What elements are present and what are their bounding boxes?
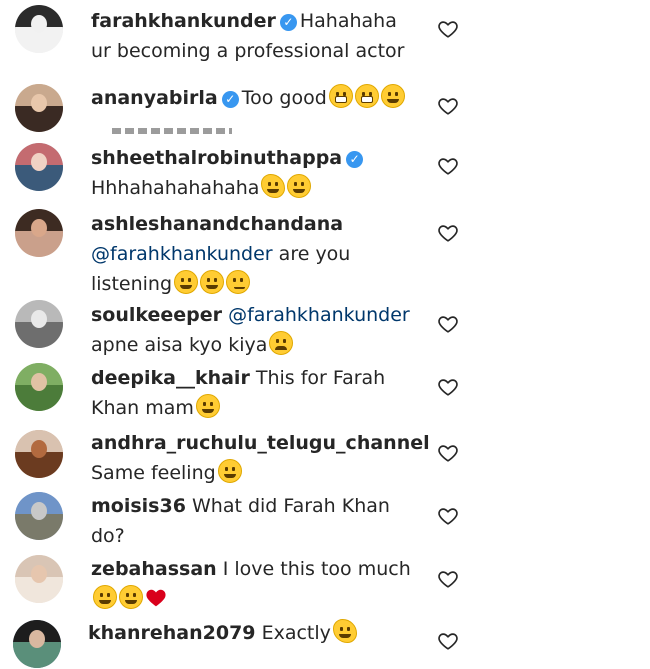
grimace-emoji-icon	[328, 84, 353, 108]
avatar[interactable]	[13, 620, 61, 668]
comment-text: ashleshanandchandana @farahkhankunder ar…	[91, 209, 421, 299]
comment-text: deepika__khair This for Farah Khan mam	[91, 363, 421, 423]
avatar[interactable]	[15, 209, 63, 257]
heart-outline-icon[interactable]	[437, 505, 459, 527]
sad-emoji-icon	[269, 331, 294, 355]
think-emoji-icon	[226, 270, 251, 294]
clap-emoji-icon	[261, 174, 286, 198]
verified-badge-icon: ✓	[279, 14, 297, 31]
heart-outline-icon[interactable]	[437, 155, 459, 177]
cut-off-text-fragment	[112, 128, 232, 134]
username-link[interactable]: deepika__khair	[91, 367, 250, 389]
heart-outline-icon[interactable]	[437, 222, 459, 244]
grimace-emoji-icon	[354, 84, 379, 108]
heart-outline-icon[interactable]	[437, 568, 459, 590]
comment-body: Exactly	[261, 622, 331, 644]
joy-emoji-icon	[287, 174, 312, 198]
avatar[interactable]	[15, 84, 63, 132]
comment-text: andhra_ruchulu_telugu_channel Same feeli…	[91, 428, 430, 488]
username-link[interactable]: moisis36	[91, 495, 186, 517]
comment-text: shheethalrobinuthappa ✓ Hhhahahahahaha	[91, 143, 421, 203]
comment-body: Too good	[241, 87, 327, 109]
comment-body: Same feeling	[91, 462, 216, 484]
username-link[interactable]: shheethalrobinuthappa	[91, 147, 342, 169]
joy-emoji-icon	[119, 585, 143, 609]
username-link[interactable]: soulkeeeper	[91, 304, 222, 326]
username-link[interactable]: andhra_ruchulu_telugu_channel	[91, 432, 430, 454]
heart-outline-icon[interactable]	[437, 95, 459, 117]
heart-outline-icon[interactable]	[437, 630, 459, 652]
avatar[interactable]	[15, 143, 63, 191]
hearteyes-emoji-icon	[195, 394, 220, 418]
comment-text: farahkhankunder ✓ Hahahaha ur becoming a p…	[91, 6, 421, 66]
comment-body: Hhhahahahahaha	[91, 177, 260, 199]
username-link[interactable]: zebahassan	[91, 558, 217, 580]
joy-emoji-icon	[93, 585, 117, 609]
avatar[interactable]	[15, 300, 63, 348]
username-link[interactable]: ananyabirla	[91, 87, 218, 109]
username-link[interactable]: farahkhankunder	[91, 10, 276, 32]
joy-emoji-icon	[200, 270, 225, 294]
avatar[interactable]	[15, 430, 63, 478]
avatar[interactable]	[15, 5, 63, 53]
mention-link[interactable]: @farahkhankunder	[91, 243, 273, 265]
username-link[interactable]: ashleshanandchandana	[91, 213, 343, 235]
rofl-emoji-icon	[380, 84, 405, 108]
sweat-emoji-icon	[217, 459, 242, 483]
verified-badge-icon: ✓	[346, 151, 364, 168]
avatar[interactable]	[15, 555, 63, 603]
avatar[interactable]	[15, 492, 63, 540]
comment-text: zebahassan I love this too much	[91, 554, 421, 614]
comment-text: moisis36 What did Farah Khan do?	[91, 491, 421, 551]
heart-outline-icon[interactable]	[437, 376, 459, 398]
heart-emoji-icon	[145, 587, 167, 609]
comment-body: I love this too much	[222, 558, 411, 580]
username-link[interactable]: khanrehan2079	[88, 622, 256, 644]
comment-text: khanrehan2079 Exactly	[88, 618, 418, 648]
comment-text: ananyabirla ✓ Too good	[91, 83, 421, 113]
heart-outline-icon[interactable]	[437, 18, 459, 40]
avatar[interactable]	[15, 363, 63, 411]
comment-text: soulkeeeper @farahkhankunder apne aisa k…	[91, 300, 421, 360]
mention-link[interactable]: @farahkhankunder	[228, 304, 410, 326]
heart-outline-icon[interactable]	[437, 442, 459, 464]
joy-emoji-icon	[174, 270, 199, 294]
heart-outline-icon[interactable]	[437, 313, 459, 335]
clap-emoji-icon	[332, 619, 357, 643]
comment-body: apne aisa kyo kiya	[91, 334, 268, 356]
verified-badge-icon: ✓	[221, 91, 239, 108]
